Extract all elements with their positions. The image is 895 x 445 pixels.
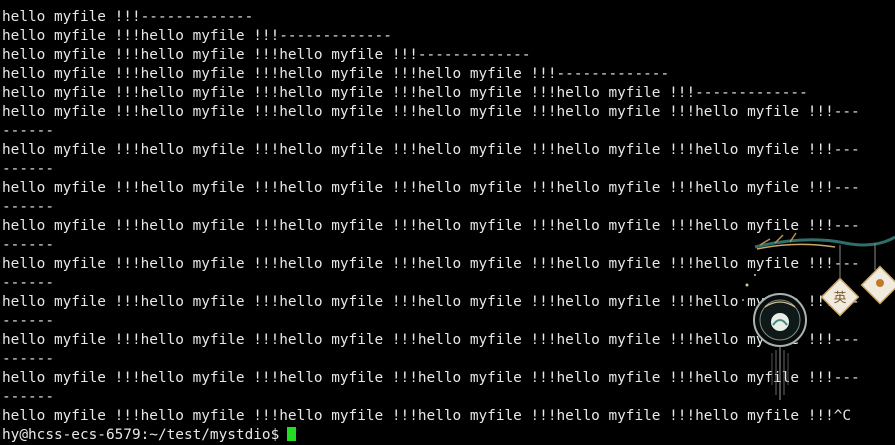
terminal-line: ------ [2,161,54,177]
terminal-line: ------ [2,351,54,367]
terminal-line: hello myfile !!!hello myfile !!!hello my… [2,294,860,310]
shell-prompt: hy@hcss-ecs-6579:~/test/mystdio$ [2,427,280,443]
terminal-line: hello myfile !!!hello myfile !!!hello my… [2,104,860,120]
terminal-line: ------------- [2,0,860,8]
terminal-line: hello myfile !!!hello myfile !!!hello my… [2,332,860,348]
terminal-line: hello myfile !!!hello myfile !!!hello my… [2,47,531,63]
terminal-line: hello myfile !!!------------- [2,9,254,25]
terminal-line: hello myfile !!!hello myfile !!!hello my… [2,85,808,101]
terminal-line: hello myfile !!!hello myfile !!!hello my… [2,66,670,82]
terminal-line: hello myfile !!!hello myfile !!!hello my… [2,370,860,386]
terminal-line: hello myfile !!!hello myfile !!!hello my… [2,142,860,158]
terminal-line: hello myfile !!!hello myfile !!!hello my… [2,180,860,196]
terminal-line: hello myfile !!!hello myfile !!!--------… [2,28,392,44]
terminal-line: ------ [2,389,54,405]
terminal-window[interactable]: ------------- hello myfile !!!----------… [0,0,895,445]
command-prompt-line[interactable]: hy@hcss-ecs-6579:~/test/mystdio$ [2,426,860,445]
terminal-line: hello myfile !!!hello myfile !!!hello my… [2,408,852,424]
terminal-line: hello myfile !!!hello myfile !!!hello my… [2,256,860,272]
terminal-line: ------ [2,313,54,329]
terminal-line: ------ [2,199,54,215]
terminal-line: hello myfile !!!hello myfile !!!hello my… [2,218,860,234]
terminal-line: ------ [2,237,54,253]
text-cursor [287,427,297,441]
terminal-line: ------ [2,275,54,291]
terminal-line: ------ [2,123,54,139]
terminal-output: ------------- hello myfile !!!----------… [2,0,860,445]
